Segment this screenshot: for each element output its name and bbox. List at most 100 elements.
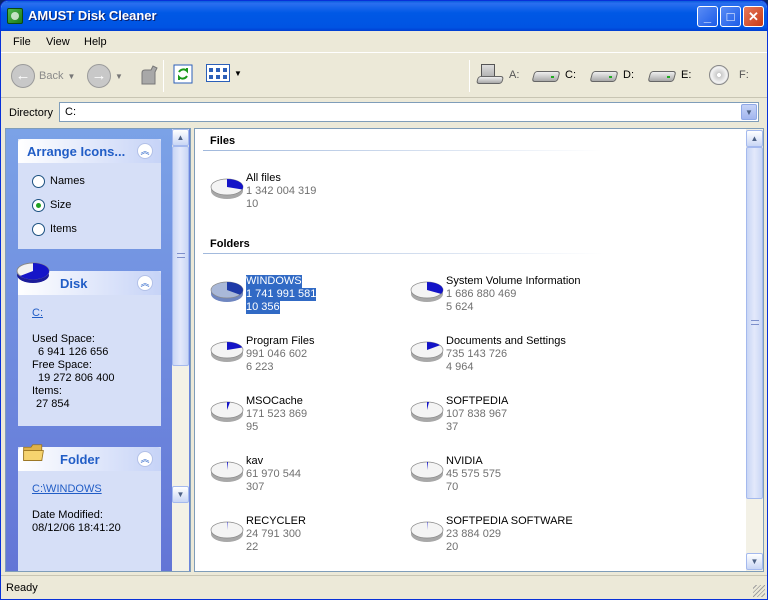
disk-link[interactable]: C: <box>32 307 161 320</box>
view-icon <box>206 64 230 82</box>
hard-drive-icon <box>531 63 563 87</box>
view-mode-button[interactable]: ▼ <box>206 64 242 82</box>
menu-view[interactable]: View <box>46 36 70 48</box>
item-text: SOFTPEDIA SOFTWARE 23 884 029 20 <box>446 515 573 554</box>
disk-panel-header[interactable]: Disk ︽ <box>16 262 161 295</box>
status-bar: Ready <box>1 575 767 599</box>
pie-chart-icon <box>410 460 444 484</box>
arrange-size-radio[interactable]: Size <box>32 193 161 217</box>
item-size: 23 884 029 <box>446 528 502 540</box>
item-name: MSOCache <box>246 395 303 407</box>
app-icon <box>7 8 23 24</box>
chevron-down-icon[interactable]: ▼ <box>741 104 757 120</box>
item-count: 6 223 <box>246 361 274 373</box>
pie-chart-icon <box>210 177 244 201</box>
title-bar[interactable]: AMUST Disk Cleaner _ □ ✕ <box>1 1 767 31</box>
item-text: WINDOWS 1 741 991 581 10 356 <box>246 275 317 314</box>
arrange-panel-title: Arrange Icons... <box>27 144 126 159</box>
scroll-down-icon[interactable]: ▼ <box>746 553 763 570</box>
item-text: kav 61 970 544 307 <box>246 455 301 494</box>
item-text: NVIDIA 45 575 575 70 <box>446 455 501 494</box>
folder-item[interactable]: SOFTPEDIA 107 838 967 37 <box>410 395 508 434</box>
folder-item[interactable]: Program Files 991 046 602 6 223 <box>210 335 314 374</box>
folder-item[interactable]: WINDOWS 1 741 991 581 10 356 <box>210 275 317 314</box>
folder-item[interactable]: SOFTPEDIA SOFTWARE 23 884 029 20 <box>410 515 573 554</box>
pie-chart-icon <box>410 520 444 544</box>
item-count: 4 964 <box>446 361 474 373</box>
item-name: NVIDIA <box>446 455 483 467</box>
item-size: 171 523 869 <box>246 408 308 420</box>
pie-chart-icon <box>410 340 444 364</box>
arrange-options: Names Size Items <box>18 163 161 241</box>
folder-panel-header[interactable]: Folder ︽ <box>18 444 161 471</box>
pie-chart-icon <box>410 280 444 304</box>
folder-item[interactable]: System Volume Information 1 686 880 469 5 … <box>410 275 581 314</box>
item-size: 107 838 967 <box>446 408 508 420</box>
pie-chart-icon <box>210 460 244 484</box>
arrange-panel-header[interactable]: Arrange Icons... ︽ <box>18 139 161 163</box>
drive-f-button[interactable]: F: <box>705 63 749 87</box>
folder-item[interactable]: RECYCLER 24 791 300 22 <box>210 515 306 554</box>
hard-drive-icon <box>647 63 679 87</box>
main-window: AMUST Disk Cleaner _ □ ✕ File View Help … <box>0 0 768 600</box>
folder-item[interactable]: Documents and Settings 735 143 726 4 964 <box>410 335 566 374</box>
folder-panel: Folder ︽ C:\WINDOWS Date Modified: 08/12… <box>18 444 161 571</box>
cleaner-button[interactable] <box>137 64 159 86</box>
scroll-up-icon[interactable]: ▲ <box>172 129 189 146</box>
disk-panel-title: Disk <box>60 276 88 291</box>
scroll-up-icon[interactable]: ▲ <box>746 130 763 147</box>
resize-grip[interactable] <box>753 585 765 597</box>
folders-heading: Folders <box>210 238 250 250</box>
back-button[interactable]: ← Back ▼ <box>11 64 75 88</box>
item-count: 10 356 <box>246 301 280 314</box>
folder-icon <box>23 444 44 461</box>
scroll-down-icon[interactable]: ▼ <box>172 486 189 503</box>
folder-item[interactable]: NVIDIA 45 575 575 70 <box>410 455 501 494</box>
content-scrollbar[interactable]: ▲ ▼ <box>746 129 763 571</box>
collapse-icon[interactable]: ︽ <box>137 275 153 291</box>
refresh-button[interactable] <box>173 64 193 84</box>
folder-link[interactable]: C:\WINDOWS <box>32 483 161 496</box>
pie-chart-icon <box>210 400 244 424</box>
left-scroll-thumb[interactable] <box>172 146 189 366</box>
item-name: kav <box>246 455 264 467</box>
minimize-button[interactable]: _ <box>697 6 718 27</box>
drive-c-label: C: <box>565 69 576 81</box>
folder-item[interactable]: All files 1 342 004 319 10 <box>210 172 316 211</box>
folder-panel-title: Folder <box>60 452 100 467</box>
hand-icon <box>141 65 158 85</box>
chevron-down-icon: ▼ <box>115 71 123 81</box>
drive-d-button[interactable]: D: <box>589 63 634 87</box>
close-button[interactable]: ✕ <box>743 6 764 27</box>
drive-a-button[interactable]: A: <box>475 63 519 87</box>
arrange-names-radio[interactable]: Names <box>32 169 161 193</box>
left-scrollbar[interactable]: ▲ ▼ <box>172 129 189 571</box>
item-count: 22 <box>246 541 259 553</box>
drive-c-button[interactable]: C: <box>531 63 576 87</box>
files-heading: Files <box>210 135 236 147</box>
disk-panel: Disk ︽ C: Used Space: 6 941 126 656 Free… <box>16 262 161 426</box>
item-text: RECYCLER 24 791 300 22 <box>246 515 306 554</box>
arrange-items-radio[interactable]: Items <box>32 217 161 241</box>
menu-file[interactable]: File <box>13 36 31 48</box>
radio-icon <box>32 222 45 236</box>
item-text: All files 1 342 004 319 10 <box>246 172 316 211</box>
item-name: All files <box>246 172 281 184</box>
hard-drive-icon <box>589 63 621 87</box>
drive-f-label: F: <box>739 69 749 81</box>
maximize-button[interactable]: □ <box>720 6 741 27</box>
drive-e-label: E: <box>681 69 692 81</box>
folder-item[interactable]: kav 61 970 544 307 <box>210 455 301 494</box>
menu-help[interactable]: Help <box>84 36 107 48</box>
toolbar-separator <box>469 60 470 92</box>
directory-label: Directory <box>9 107 54 119</box>
content-scroll-thumb[interactable] <box>746 147 763 499</box>
directory-combobox[interactable]: C: ▼ <box>59 102 759 122</box>
item-name: SOFTPEDIA <box>446 395 509 407</box>
collapse-icon[interactable]: ︽ <box>137 143 153 159</box>
forward-button[interactable]: → ▼ <box>87 64 123 88</box>
collapse-icon[interactable]: ︽ <box>137 451 153 467</box>
drive-e-button[interactable]: E: <box>647 63 691 87</box>
folder-item[interactable]: MSOCache 171 523 869 95 <box>210 395 307 434</box>
item-name: Documents and Settings <box>446 335 566 347</box>
